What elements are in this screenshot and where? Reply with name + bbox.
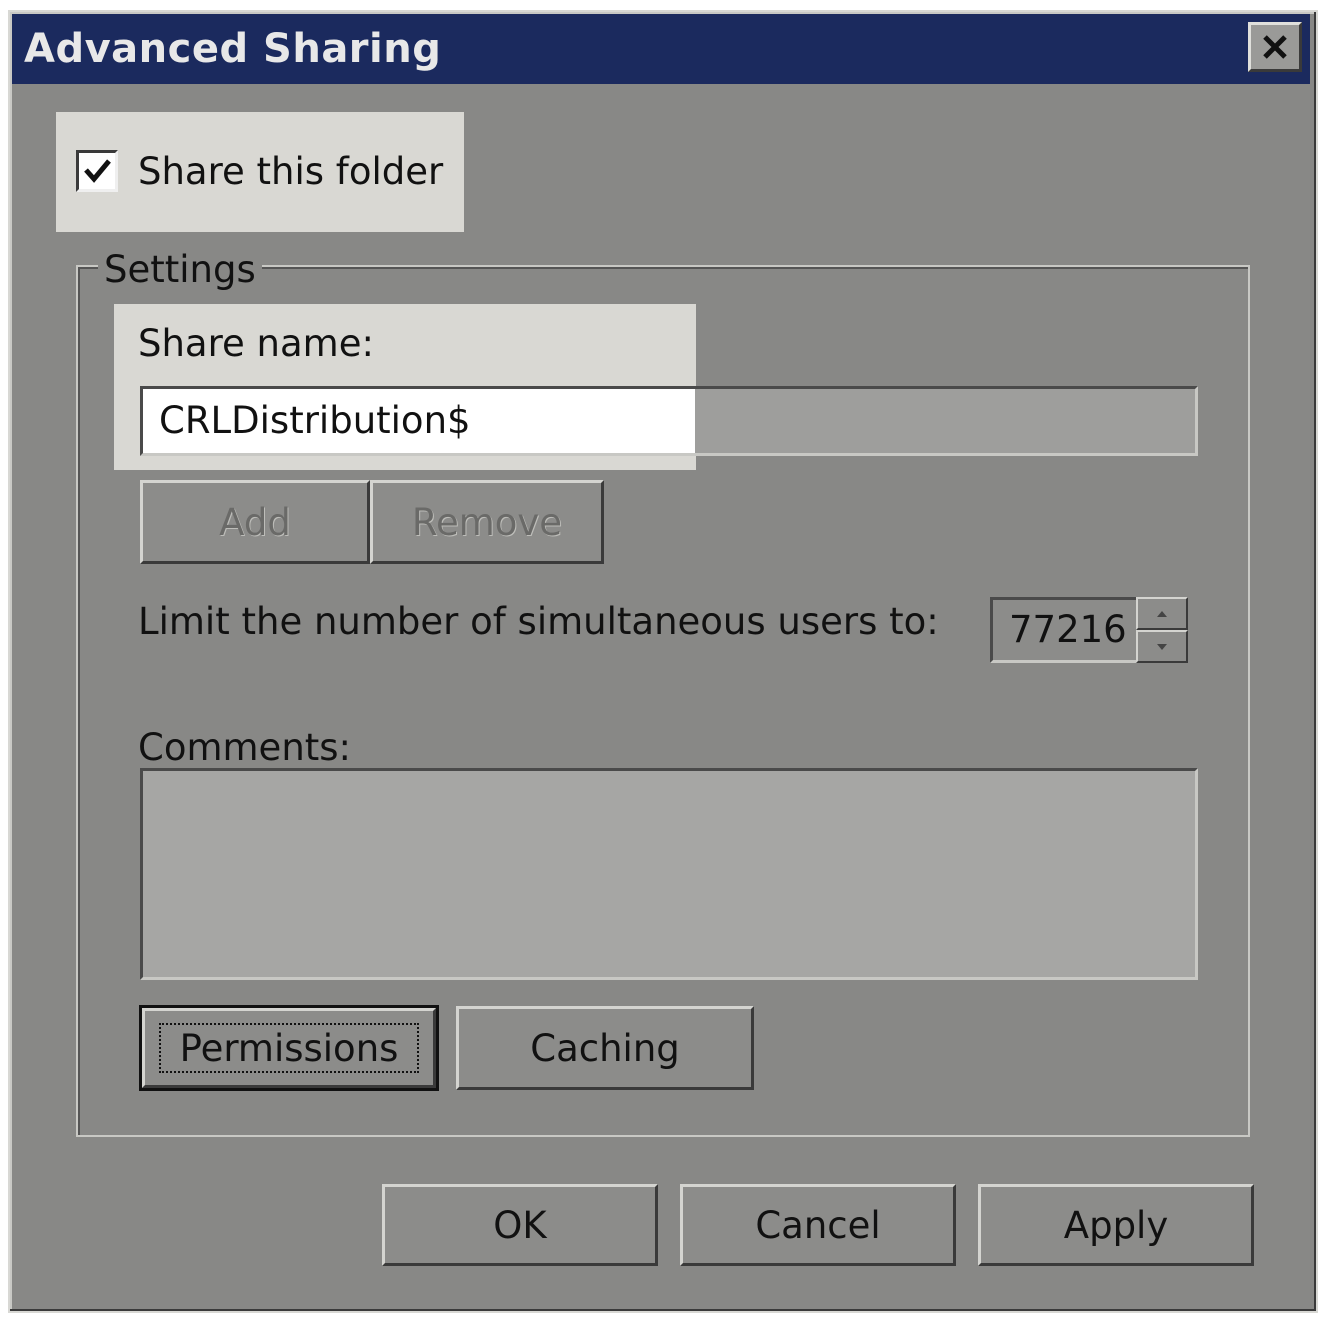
user-limit-value[interactable]: 77216 (990, 597, 1136, 663)
spinner-buttons (1136, 597, 1188, 663)
cancel-button[interactable]: Cancel (680, 1184, 956, 1266)
window-title: Advanced Sharing (24, 26, 442, 72)
add-button[interactable]: Add (140, 480, 370, 564)
arrow-down-icon (1157, 643, 1167, 650)
close-button[interactable] (1248, 22, 1302, 72)
spin-up-button[interactable] (1136, 597, 1188, 630)
share-name-value: CRLDistribution$ (159, 399, 471, 442)
share-name-field[interactable]: CRLDistribution$ (140, 386, 1198, 456)
user-limit-spinner[interactable]: 77216 (990, 597, 1188, 663)
share-name-label: Share name: (138, 322, 374, 365)
arrow-up-icon (1157, 610, 1167, 617)
share-folder-label[interactable]: Share this folder (138, 150, 443, 193)
comments-field[interactable] (140, 768, 1198, 980)
title-bar: Advanced Sharing (12, 14, 1310, 84)
settings-group-label: Settings (98, 248, 262, 291)
apply-button[interactable]: Apply (978, 1184, 1254, 1266)
remove-button[interactable]: Remove (370, 480, 604, 564)
permissions-button[interactable]: Permissions (139, 1005, 439, 1091)
comments-label: Comments: (138, 726, 352, 769)
caching-button[interactable]: Caching (456, 1006, 754, 1090)
ok-button[interactable]: OK (382, 1184, 658, 1266)
spin-down-button[interactable] (1136, 630, 1188, 663)
close-icon (1263, 35, 1287, 59)
user-limit-label: Limit the number of simultaneous users t… (138, 600, 939, 643)
focus-rectangle (159, 1023, 419, 1073)
share-folder-checkbox[interactable] (76, 150, 118, 192)
checkmark-icon (84, 159, 111, 183)
